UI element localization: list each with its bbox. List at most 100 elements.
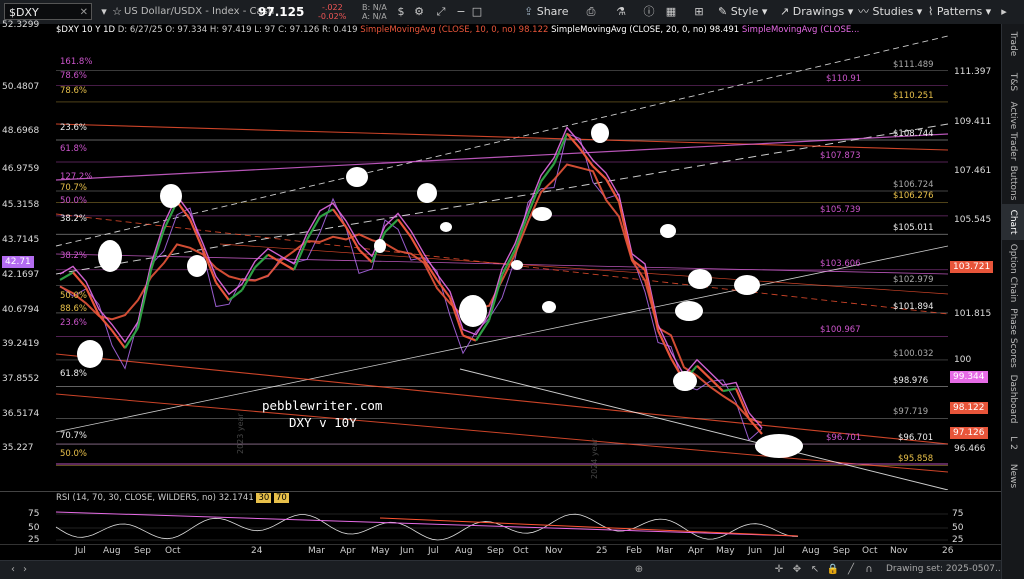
gear-icon[interactable]: ⚙: [410, 3, 428, 21]
expand-icon[interactable]: ⤢: [432, 3, 450, 21]
last-price: 97.125: [258, 5, 305, 19]
patterns-label: Patterns: [936, 5, 983, 18]
sidebar-tab-phase-scores[interactable]: Phase Scores: [1002, 306, 1024, 370]
annotation-ellipse: [734, 275, 760, 295]
pan-icon[interactable]: ✥: [790, 563, 804, 577]
annotation-ellipse: [440, 222, 452, 232]
left-price-tag: 42.71: [2, 256, 34, 268]
right-price-tag: 103.721: [950, 260, 994, 273]
lock-icon[interactable]: 🔒: [826, 563, 840, 577]
fib-right-label: $98.976: [893, 375, 929, 386]
maximize-icon[interactable]: □: [468, 3, 486, 21]
magnet-icon[interactable]: ∩: [862, 563, 876, 577]
annotation-ellipse: [688, 269, 712, 289]
rsi-label: RSI (14, 70, 30, CLOSE, WILDERS, no): [56, 493, 216, 503]
right-axis-label: 105.545: [954, 214, 992, 225]
studies-label: Studies: [872, 5, 914, 18]
left-axis-label: 52.3299: [2, 20, 40, 30]
fib-right-label: $100.967: [820, 325, 861, 336]
ohlc-values: D: 6/27/25 O: 97.334 H: 97.419 L: 97 C: …: [117, 25, 358, 35]
sidebar-tab-news[interactable]: News: [1002, 458, 1024, 494]
fib-left-label: 70.7%: [60, 183, 88, 193]
fib-right-label: $97.719: [893, 407, 929, 418]
print-icon[interactable]: ⎙: [582, 3, 600, 21]
sidebar-tab-trade[interactable]: Trade: [1002, 24, 1024, 64]
time-axis-label: Feb: [626, 546, 642, 556]
price-chart-canvas[interactable]: [0, 24, 1002, 490]
sidebar-tab-t-s[interactable]: T&S: [1002, 64, 1024, 100]
right-price-tag: 97.126: [950, 427, 988, 440]
time-axis-label: Oct: [862, 546, 878, 556]
drawing-set-label[interactable]: Drawing set: 2025-0507...: [886, 564, 1004, 574]
annotation-ellipse: [187, 255, 207, 277]
sidebar-tab-option-chain[interactable]: Option Chain: [1002, 240, 1024, 306]
fib-left-label: 23.6%: [60, 123, 88, 133]
right-axis-label: 111.397: [954, 67, 992, 77]
fib-right-label: $103.606: [820, 258, 861, 269]
price-chart-pane[interactable]: $DXY 10 Y 1D D: 6/27/25 O: 97.334 H: 97.…: [0, 20, 1002, 490]
rsi-right-75: 75: [952, 509, 964, 519]
time-axis-label: Mar: [656, 546, 673, 556]
fib-right-label: $106.724: [893, 179, 934, 190]
fib-left-label: 50.0%: [60, 449, 88, 459]
dollar-icon[interactable]: $: [392, 3, 410, 21]
clear-icon[interactable]: ✕: [80, 4, 88, 21]
left-axis-label: 36.5174: [2, 409, 40, 419]
fib-left-label: 38.2%: [60, 214, 88, 224]
scroll-right-icon[interactable]: ›: [18, 563, 32, 577]
time-axis-label: Jun: [748, 546, 763, 556]
fib-left-label: 61.8%: [60, 369, 88, 379]
calendar-icon[interactable]: ▦: [662, 3, 680, 21]
left-axis-label: 39.2419: [2, 339, 40, 349]
studies-button[interactable]: 〰 Studies ▾: [858, 0, 922, 24]
drawings-button[interactable]: ↗ Drawings ▾: [780, 0, 853, 24]
sidebar-tab-buttons[interactable]: Buttons: [1002, 162, 1024, 204]
flask-icon[interactable]: ⚗: [612, 3, 630, 21]
sidebar-tab-l-2[interactable]: L 2: [1002, 428, 1024, 458]
rsi-pane[interactable]: RSI (14, 70, 30, CLOSE, WILDERS, no) 32.…: [0, 491, 1002, 545]
style-button[interactable]: ✎ Style ▾: [718, 0, 767, 24]
collapse-icon[interactable]: ▸: [995, 3, 1013, 21]
line-tool-icon[interactable]: ╱: [844, 563, 858, 577]
rsi-header: RSI (14, 70, 30, CLOSE, WILDERS, no) 32.…: [56, 493, 289, 503]
sma10-value: 98.122: [518, 25, 549, 35]
left-axis-label: 48.6968: [2, 126, 40, 136]
annotation-ellipse: [77, 340, 103, 368]
fib-left-label: 50.0%: [60, 291, 88, 301]
sidebar-tab-active-trader[interactable]: Active Trader: [1002, 100, 1024, 162]
fib-left-label: 88.6%: [60, 304, 88, 314]
fib-right-label: $105.011: [893, 223, 934, 234]
fib-left-label: 78.6%: [60, 71, 88, 81]
time-axis-label: Apr: [688, 546, 704, 556]
fib-left-label: 38.2%: [60, 251, 88, 261]
style-label: Style: [730, 5, 759, 18]
grid-icon[interactable]: ⊞: [690, 3, 708, 21]
time-axis[interactable]: Jul Aug Sep Oct 24 Mar Apr May Jun Jul Aug Sep Oct No…: [0, 544, 1002, 561]
zoom-icon[interactable]: ⊕: [632, 563, 646, 577]
time-axis-label: May: [371, 546, 390, 556]
annotation-ellipse: [673, 371, 697, 391]
right-axis-label: 109.411: [954, 117, 992, 128]
sidebar-tab-label: T&S: [1008, 72, 1018, 92]
fib-right-label: $96.701: [826, 433, 862, 444]
patterns-button[interactable]: ⌇ Patterns ▾: [928, 0, 991, 24]
right-axis-label: 96.466: [954, 444, 986, 454]
share-button[interactable]: ⇪ Share: [524, 0, 568, 24]
fib-right-label: $110.251: [893, 90, 934, 101]
drawings-icon: ↗: [780, 5, 793, 18]
fib-right-label: $100.032: [893, 348, 934, 359]
sidebar-tab-chart[interactable]: Chart: [1002, 204, 1024, 240]
left-axis-label: 46.9759: [2, 164, 40, 174]
annotation-ellipse: [532, 207, 552, 221]
info-icon[interactable]: ⓘ: [640, 3, 658, 21]
sidebar-tab-dashboard[interactable]: Dashboard: [1002, 370, 1024, 428]
crosshair-icon[interactable]: ✛: [772, 563, 786, 577]
watermark-line2: DXY v 10Y: [289, 415, 357, 430]
pointer-icon[interactable]: ↖: [808, 563, 822, 577]
symbol-input[interactable]: $DXY ✕: [4, 3, 92, 20]
rsi-value: 32.1741: [218, 493, 254, 503]
sidebar-tab-label: Phase Scores: [1008, 308, 1018, 368]
time-axis-label: Jul: [428, 546, 439, 556]
time-axis-label: Oct: [513, 546, 529, 556]
patterns-icon: ⌇: [928, 5, 937, 18]
